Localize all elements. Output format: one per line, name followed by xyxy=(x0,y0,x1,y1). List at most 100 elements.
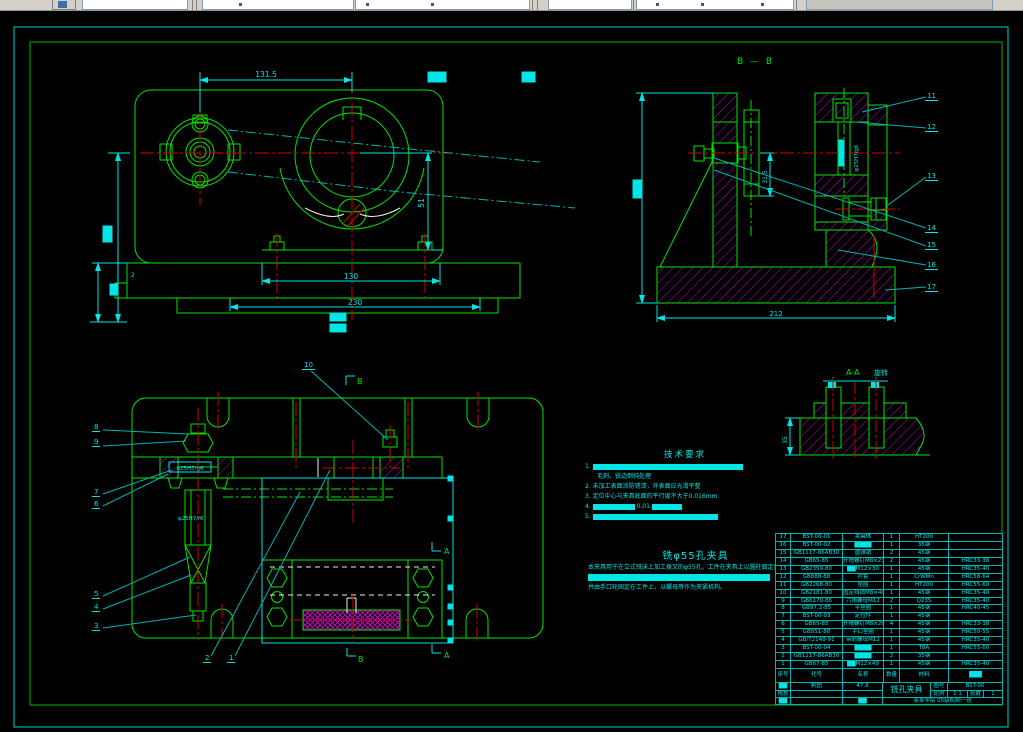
bom-cell-qty: 1 xyxy=(884,613,900,621)
table-row: 8 GB97.2-85 平垫圈 1 45钢 HRC40-45 xyxy=(776,605,1002,614)
front-view[interactable] xyxy=(114,89,521,314)
table-row: 14 GB65-85 开槽螺钉M8×23 2 45钢 HRC33-38 xyxy=(776,557,1002,566)
selection-grip[interactable] xyxy=(447,475,454,482)
fixture-note-line-1: 本夹具用于在立式铣床上加工拨叉的φ55孔，工件在夹具上以圆柱面定位， xyxy=(588,564,786,571)
title-block-cell xyxy=(791,691,843,698)
bom-cell-num: 4 xyxy=(776,637,791,645)
bom-cell-mat: 45钢 xyxy=(900,589,949,597)
bom-cell-qty: 1 xyxy=(884,645,900,653)
bom-cell-qty: 1 xyxy=(884,581,900,589)
bom-cell-code: GB2359-80 xyxy=(791,565,843,573)
tech-req-title: 技术要求 xyxy=(663,450,706,460)
bom-cell-code: GB65-85 xyxy=(791,621,843,629)
bom-cell-code: BST-00-01 xyxy=(791,534,843,541)
section-bb-label: B — B xyxy=(737,57,774,67)
bom-cell-note: HRC55-60 xyxy=(961,581,990,588)
toolbar-combobox-1[interactable] xyxy=(82,0,188,10)
callout-9: 9 xyxy=(92,438,101,447)
table-row: 13 GB2359-80 ██M12×30 1 45钢 HRC35-40 xyxy=(776,565,1002,574)
support-plate[interactable] xyxy=(261,559,443,639)
selection-grip[interactable] xyxy=(828,382,836,388)
bom-cell-mat: 35钢 xyxy=(900,653,949,660)
callout-11: 11 xyxy=(925,92,938,101)
bom-cell-name: ████ xyxy=(843,653,884,660)
bom-cell-mat: HT200 xyxy=(900,581,949,589)
bom-cell-mat: CrWMn xyxy=(900,573,949,581)
callout-6: 6 xyxy=(92,500,101,509)
bracket-column[interactable] xyxy=(712,92,738,271)
fixture-note-highlight xyxy=(588,573,803,583)
bottom-slab[interactable] xyxy=(176,297,499,314)
bom-cell-mat: 45钢 xyxy=(900,549,949,557)
bom-cell-name: 开槽螺钉M8×23 xyxy=(843,557,884,565)
bom-cell-note: HRC35-40 xyxy=(961,661,990,667)
highlighted-dimension[interactable] xyxy=(329,323,347,333)
toolbar-combobox-5[interactable] xyxy=(636,0,794,10)
toolbar-button-icon xyxy=(58,1,67,8)
title-block-cell xyxy=(791,698,843,704)
toolbar-button[interactable] xyxy=(52,0,76,10)
bom-cell-code: GB1117-86AB30 xyxy=(791,549,843,557)
callout-10: 10 xyxy=(302,361,315,370)
selection-grip[interactable] xyxy=(871,382,879,388)
section-bb-view[interactable]: B — B xyxy=(656,57,896,304)
plan-view-centerlines xyxy=(197,392,479,644)
parts-list-header: 序号 代号 名称 数量 材料 ███ xyxy=(776,668,1002,683)
tech-req-item-4: 4. 0.01 xyxy=(585,502,785,512)
toolbar-combobox-4[interactable] xyxy=(548,0,632,10)
bom-cell-note: HRC35-40 xyxy=(961,565,990,572)
toolbar-text-fragment xyxy=(701,3,704,6)
section-bb-leaders xyxy=(713,96,927,291)
table-row: 11 GB2268-80 垫圈 1 HT200 HRC55-60 xyxy=(776,581,1002,590)
title-block-cell: ██ xyxy=(776,683,791,691)
bom-cell-name: 定位件 xyxy=(843,613,884,621)
selection-grip[interactable] xyxy=(447,619,454,626)
highlighted-dimension[interactable] xyxy=(102,225,113,243)
b-mark-bottom: B xyxy=(358,655,364,664)
section-aa-label: A-A xyxy=(846,368,860,377)
toolbar-combobox-2[interactable] xyxy=(202,0,354,10)
highlight-bar xyxy=(592,463,743,470)
clamp-screw-assembly[interactable] xyxy=(167,423,229,622)
bom-cell-num: 9 xyxy=(776,597,791,605)
aa-base-block[interactable] xyxy=(799,417,925,456)
title-block: ██ 制图 47.8 铣孔夹具 图号 BST-00 校核 比例 1:1 张数 1… xyxy=(775,682,1003,705)
bom-cell-name: ████ xyxy=(843,645,884,653)
toolbar-separator xyxy=(532,0,533,10)
highlighted-dimension[interactable] xyxy=(838,139,845,167)
bom-cell-qty: 1 xyxy=(884,629,900,637)
bom-cell-note: HRC35-40 xyxy=(961,597,990,604)
highlighted-dimension[interactable] xyxy=(632,179,642,199)
tech-req-item-no: 1. xyxy=(585,463,591,470)
highlighted-dimension[interactable] xyxy=(521,71,536,83)
bom-cell-qty: 1 xyxy=(884,573,900,581)
bom-header-code: 代号 xyxy=(791,668,843,682)
bom-cell-code: GB1117-86AB30 xyxy=(791,653,843,660)
bom-cell-num: 3 xyxy=(776,645,791,653)
bb-base[interactable] xyxy=(656,266,896,304)
a-mark-top: A xyxy=(444,547,450,556)
table-row: 12 GB888-88 衬套 1 CrWMn HRC58-64 xyxy=(776,573,1002,582)
highlighted-dimension[interactable] xyxy=(329,312,347,322)
table-row: 16 BST-00-02 ████ 1 35钢 xyxy=(776,541,1002,550)
highlighted-dimension[interactable] xyxy=(427,71,447,83)
bom-cell-num: 14 xyxy=(776,557,791,565)
selection-grip[interactable] xyxy=(447,637,454,644)
bom-cell-name: 六角螺母M12 xyxy=(843,597,884,605)
highlight-bar xyxy=(651,503,682,510)
bom-cell-note: HRC35-40 xyxy=(961,637,990,644)
bom-cell-note xyxy=(949,653,1002,660)
toolbar-combobox-3[interactable] xyxy=(355,0,530,10)
bom-cell-num: 15 xyxy=(776,549,791,557)
bom-cell-num: 11 xyxy=(776,581,791,589)
bom-cell-name: 夹具体 xyxy=(843,534,884,541)
selection-grip[interactable] xyxy=(447,584,454,591)
parts-list-table: 17 BST-00-01 夹具体 1 HT200 16 BST-00-02 ██… xyxy=(775,533,1003,683)
fixture-body-outline[interactable] xyxy=(134,89,444,264)
selection-grip[interactable] xyxy=(447,515,454,522)
selection-grip[interactable] xyxy=(447,603,454,610)
front-view-dimensions xyxy=(90,71,536,333)
highlighted-dimension[interactable] xyxy=(109,283,118,296)
bom-cell-num: 13 xyxy=(776,565,791,573)
toolbar-combobox-6[interactable] xyxy=(806,0,993,10)
